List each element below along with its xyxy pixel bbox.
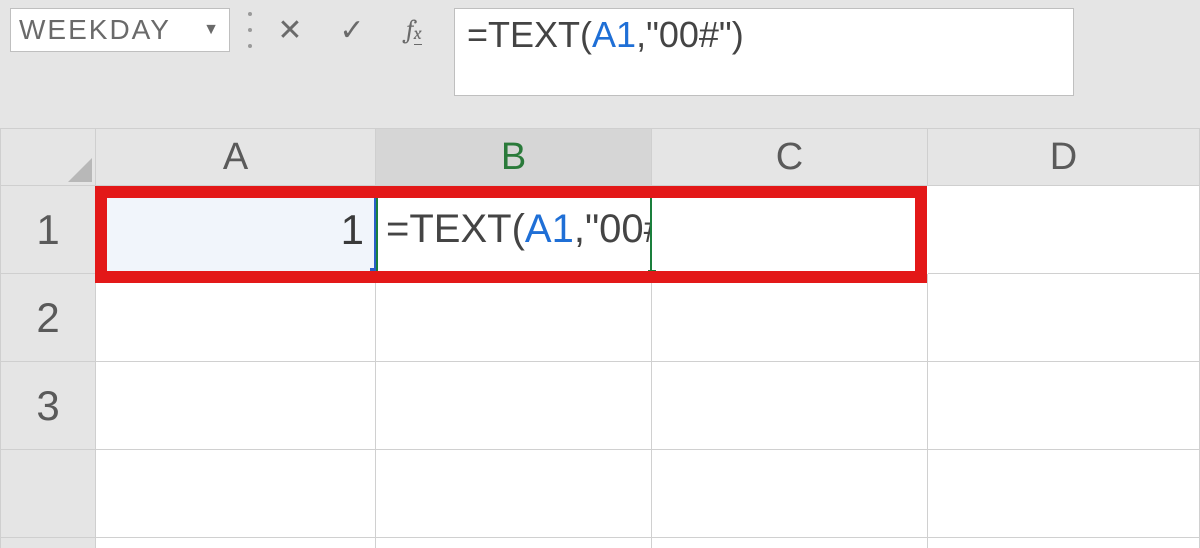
cell-D2[interactable] bbox=[928, 274, 1200, 362]
cell-D5[interactable] bbox=[928, 538, 1200, 548]
cell-B3[interactable] bbox=[376, 362, 652, 450]
row-header-3[interactable]: 3 bbox=[0, 362, 96, 450]
row-header-4[interactable] bbox=[0, 450, 96, 538]
check-icon: ✓ bbox=[339, 13, 364, 48]
row-header-5[interactable] bbox=[0, 538, 96, 548]
separator bbox=[248, 12, 250, 48]
row-headers: 1 2 3 bbox=[0, 186, 96, 548]
column-header-D[interactable]: D bbox=[928, 128, 1200, 186]
cell-D4[interactable] bbox=[928, 450, 1200, 538]
spreadsheet-grid: A B C D 1 2 3 1 =TEXT(A1,"00#") bbox=[0, 110, 1200, 548]
cell-C4[interactable] bbox=[652, 450, 928, 538]
cancel-button[interactable]: ✕ bbox=[268, 8, 312, 52]
select-all-corner[interactable] bbox=[0, 128, 96, 186]
cell-D1[interactable] bbox=[928, 186, 1200, 274]
cell-B4[interactable] bbox=[376, 450, 652, 538]
name-box-value: WEEKDAY bbox=[19, 14, 171, 46]
cell-B5[interactable] bbox=[376, 538, 652, 548]
column-header-B[interactable]: B bbox=[376, 128, 652, 186]
cell-A1-value: 1 bbox=[341, 206, 364, 254]
column-headers: A B C D bbox=[0, 128, 1200, 186]
formula-cell-ref: A1 bbox=[592, 14, 636, 55]
row-header-1[interactable]: 1 bbox=[0, 186, 96, 274]
formula-toolbar: WEEKDAY ▼ ✕ ✓ fx =TEXT(A1,"00#") bbox=[0, 0, 1200, 110]
formula-bar[interactable]: =TEXT(A1,"00#") bbox=[454, 8, 1074, 96]
formula-text-prefix: =TEXT( bbox=[467, 14, 592, 55]
cell-A3[interactable] bbox=[96, 362, 376, 450]
insert-function-button[interactable]: fx bbox=[392, 8, 436, 52]
cell-A4[interactable] bbox=[96, 450, 376, 538]
formula-overflow-cover bbox=[652, 186, 928, 274]
cell-A1[interactable]: 1 bbox=[96, 186, 376, 274]
cell-B2[interactable] bbox=[376, 274, 652, 362]
cell-C3[interactable] bbox=[652, 362, 928, 450]
x-icon: ✕ bbox=[277, 13, 302, 48]
dropdown-icon[interactable]: ▼ bbox=[203, 21, 221, 39]
formula-text-suffix: ,"00#") bbox=[636, 14, 744, 55]
fill-handle[interactable] bbox=[648, 270, 656, 278]
active-cell-border bbox=[376, 186, 652, 274]
cell-A5[interactable] bbox=[96, 538, 376, 548]
fx-icon: f bbox=[406, 15, 413, 45]
row-header-2[interactable]: 2 bbox=[0, 274, 96, 362]
cell-A2[interactable] bbox=[96, 274, 376, 362]
column-header-C[interactable]: C bbox=[652, 128, 928, 186]
cell-C5[interactable] bbox=[652, 538, 928, 548]
confirm-button[interactable]: ✓ bbox=[330, 8, 374, 52]
column-header-A[interactable]: A bbox=[96, 128, 376, 186]
cell-D3[interactable] bbox=[928, 362, 1200, 450]
cell-C2[interactable] bbox=[652, 274, 928, 362]
name-box[interactable]: WEEKDAY ▼ bbox=[10, 8, 230, 52]
